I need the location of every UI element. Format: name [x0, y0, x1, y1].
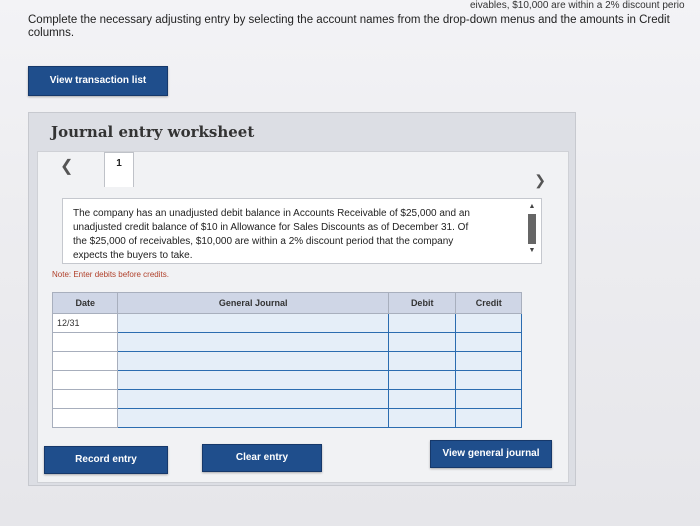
- date-cell: 12/31: [51, 313, 119, 333]
- tab-1[interactable]: 1: [104, 152, 134, 187]
- debit-input[interactable]: [387, 370, 457, 390]
- arrow-down-icon[interactable]: ▼: [527, 247, 537, 255]
- worksheet-panel: ❮ 1 ❯ The company has an unadjusted debi…: [37, 151, 569, 483]
- account-dropdown[interactable]: [117, 370, 389, 390]
- debit-input[interactable]: [387, 389, 457, 409]
- account-dropdown[interactable]: [117, 332, 389, 352]
- table-row: 12/31: [51, 313, 522, 333]
- clear-entry-button[interactable]: Clear entry: [202, 444, 322, 472]
- date-cell: [51, 332, 119, 352]
- account-dropdown[interactable]: [117, 389, 389, 409]
- scroll-thumb[interactable]: [528, 214, 536, 244]
- table-row: [51, 332, 522, 352]
- record-entry-button[interactable]: Record entry: [44, 446, 168, 474]
- table-row: [51, 370, 522, 390]
- chevron-right-icon[interactable]: ❯: [534, 172, 546, 189]
- credit-input[interactable]: [455, 313, 522, 333]
- date-cell: [51, 351, 119, 371]
- chevron-left-icon[interactable]: ❮: [60, 156, 73, 176]
- credit-input[interactable]: [455, 351, 522, 371]
- transaction-description-box: The company has an unadjusted debit bala…: [62, 198, 542, 264]
- date-cell: [51, 408, 119, 428]
- credit-input[interactable]: [455, 389, 522, 409]
- worksheet-title: Journal entry worksheet: [51, 123, 255, 141]
- account-dropdown[interactable]: [117, 351, 389, 371]
- account-dropdown[interactable]: [117, 408, 389, 428]
- credit-input[interactable]: [455, 370, 522, 390]
- description-scrollbar[interactable]: ▲ ▼: [527, 203, 537, 259]
- note-text: Note: Enter debits before credits.: [52, 270, 169, 279]
- account-dropdown[interactable]: [117, 313, 389, 333]
- column-header-date: Date: [51, 292, 119, 314]
- view-general-journal-button[interactable]: View general journal: [430, 440, 552, 468]
- column-header-general-journal: General Journal: [117, 292, 389, 314]
- journal-table: Date General Journal Debit Credit 12/31: [51, 292, 522, 428]
- instructions-text: Complete the necessary adjusting entry b…: [28, 14, 670, 39]
- debit-input[interactable]: [387, 332, 457, 352]
- debit-input[interactable]: [387, 313, 457, 333]
- transaction-description: The company has an unadjusted debit bala…: [73, 208, 470, 261]
- table-row: [51, 351, 522, 371]
- credit-input[interactable]: [455, 408, 522, 428]
- date-cell: [51, 370, 119, 390]
- column-header-debit: Debit: [387, 292, 457, 314]
- table-row: [51, 389, 522, 409]
- truncated-question-text: eivables, $10,000 are within a 2% discou…: [470, 0, 685, 11]
- table-row: [51, 408, 522, 428]
- debit-input[interactable]: [387, 408, 457, 428]
- arrow-up-icon[interactable]: ▲: [527, 203, 537, 211]
- debit-input[interactable]: [387, 351, 457, 371]
- view-transaction-list-button[interactable]: View transaction list: [28, 66, 168, 96]
- date-cell: [51, 389, 119, 409]
- credit-input[interactable]: [455, 332, 522, 352]
- column-header-credit: Credit: [455, 292, 522, 314]
- journal-entry-worksheet: Journal entry worksheet ❮ 1 ❯ The compan…: [28, 112, 576, 486]
